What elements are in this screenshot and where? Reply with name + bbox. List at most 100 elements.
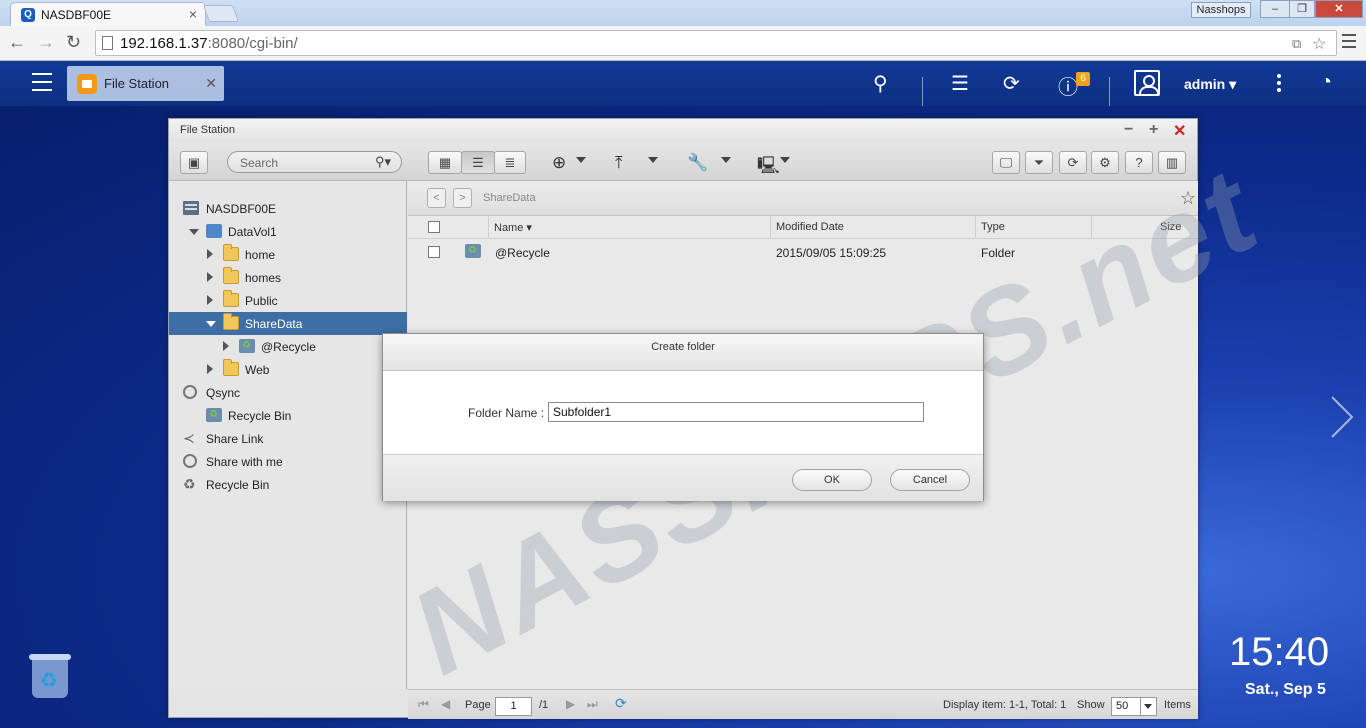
close-window-button[interactable]: ✕ bbox=[1315, 0, 1363, 18]
refresh-list-icon[interactable]: ⟳ bbox=[615, 695, 627, 712]
expand-arrow-icon[interactable] bbox=[207, 364, 213, 374]
remote-mount-icon[interactable]: 🖳 bbox=[757, 153, 780, 182]
new-tab-button[interactable] bbox=[202, 5, 240, 22]
expand-arrow-icon[interactable] bbox=[223, 341, 229, 351]
close-app-icon[interactable]: ✕ bbox=[205, 75, 217, 92]
favorite-star-icon[interactable]: ☆ bbox=[1180, 188, 1196, 209]
collapse-arrow-icon[interactable] bbox=[206, 321, 216, 327]
collapse-arrow-icon[interactable] bbox=[189, 229, 199, 235]
expand-arrow-icon[interactable] bbox=[207, 249, 213, 259]
search-icon[interactable]: ⚲▾ bbox=[375, 154, 391, 170]
upload-dropdown-icon[interactable] bbox=[648, 157, 658, 163]
folder-tree: NASDBF00E DataVol1 home homes Public Sha… bbox=[169, 181, 407, 689]
url-host: 192.168.1.37 bbox=[120, 35, 208, 52]
sidebar-item-datavol1[interactable]: DataVol1 bbox=[169, 220, 407, 243]
sidebar-item-recycle[interactable]: @Recycle bbox=[169, 335, 407, 358]
browser-profile-chip[interactable]: Nasshops bbox=[1191, 2, 1251, 18]
create-icon[interactable]: ⊕ bbox=[552, 153, 566, 173]
path-back-button[interactable]: < bbox=[427, 188, 446, 208]
sidebar-item-recycle-bin[interactable]: ♻ Recycle Bin bbox=[169, 473, 407, 496]
reload-icon[interactable]: ↻ bbox=[66, 32, 81, 53]
sidebar-item-nas[interactable]: NASDBF00E bbox=[169, 197, 407, 220]
window-close-icon[interactable]: ✕ bbox=[1173, 121, 1186, 141]
cancel-button[interactable]: Cancel bbox=[890, 469, 970, 491]
folder-name-input[interactable] bbox=[548, 402, 924, 422]
column-modified[interactable]: Modified Date bbox=[776, 221, 844, 233]
external-device-icon[interactable]: ⟳ bbox=[1003, 71, 1020, 96]
user-menu[interactable]: admin ▾ bbox=[1184, 76, 1236, 93]
sidebar-item-web[interactable]: Web bbox=[169, 358, 407, 381]
sidebar-item-qsync[interactable]: Qsync bbox=[169, 381, 407, 404]
forward-arrow-icon[interactable]: → bbox=[37, 32, 55, 53]
sidebar-item-home[interactable]: home bbox=[169, 243, 407, 266]
translate-icon[interactable]: ⧉ bbox=[1292, 36, 1301, 52]
tools-dropdown-icon[interactable] bbox=[721, 157, 731, 163]
remote-dropdown-icon[interactable] bbox=[780, 157, 790, 163]
search-icon[interactable]: ⚲ bbox=[873, 71, 888, 96]
window-titlebar[interactable]: File Station − + ✕ bbox=[169, 119, 1197, 143]
user-avatar-icon[interactable] bbox=[1134, 70, 1160, 96]
status-bar: ⏮ ◀ Page 1 /1 ▶ ⏭ ⟳ Display item: 1-1, T… bbox=[408, 689, 1198, 719]
media-server-button[interactable]: 🖵 bbox=[992, 151, 1020, 174]
list-view-button[interactable]: ☰ bbox=[461, 151, 495, 174]
sidebar-item-qsync-recycle-bin[interactable]: Recycle Bin bbox=[169, 404, 407, 427]
next-page-arrow-icon[interactable] bbox=[1330, 395, 1354, 439]
sidebar-item-public[interactable]: Public bbox=[169, 289, 407, 312]
path-forward-button[interactable]: > bbox=[453, 188, 472, 208]
create-dropdown-icon[interactable] bbox=[576, 157, 586, 163]
prev-page-icon[interactable]: ◀ bbox=[441, 697, 450, 711]
search-placeholder: Search bbox=[240, 156, 279, 170]
detail-view-button[interactable]: ≣ bbox=[494, 151, 526, 174]
toggle-panel-button[interactable]: ▥ bbox=[1158, 151, 1186, 174]
upload-icon[interactable]: ⤒ bbox=[615, 153, 623, 173]
file-name: @Recycle bbox=[495, 246, 550, 260]
column-type[interactable]: Type bbox=[981, 221, 1005, 233]
close-tab-icon[interactable]: × bbox=[189, 6, 197, 22]
search-box[interactable]: Search ⚲▾ bbox=[227, 151, 402, 173]
last-page-icon[interactable]: ⏭ bbox=[587, 697, 598, 712]
recycle-bin-icon: ♻ bbox=[183, 476, 196, 492]
toggle-sidebar-button[interactable]: ▣ bbox=[180, 151, 208, 174]
taskbar-app-file-station[interactable]: File Station ✕ bbox=[67, 66, 224, 101]
tools-wrench-icon[interactable]: 🔧 bbox=[687, 153, 708, 173]
minimize-window-button[interactable]: – bbox=[1260, 0, 1290, 18]
dashboard-gauge-icon[interactable]: ◔ bbox=[1320, 71, 1332, 94]
column-size[interactable]: Size bbox=[1160, 221, 1181, 233]
settings-button[interactable]: ⚙ bbox=[1091, 151, 1119, 174]
sidebar-item-share-with-me[interactable]: Share with me bbox=[169, 450, 407, 473]
notification-icon[interactable]: ⓘ bbox=[1058, 71, 1078, 100]
select-all-checkbox[interactable] bbox=[428, 221, 440, 233]
row-checkbox[interactable] bbox=[428, 246, 440, 258]
main-menu-icon[interactable] bbox=[32, 73, 52, 97]
window-minimize-icon[interactable]: − bbox=[1124, 121, 1133, 139]
help-button[interactable]: ? bbox=[1125, 151, 1153, 174]
browser-tab[interactable]: Q NASDBF00E × bbox=[10, 2, 206, 26]
thumbnail-view-button[interactable]: ▦ bbox=[428, 151, 462, 174]
sidebar-item-sharedata[interactable]: ShareData bbox=[169, 312, 407, 335]
ok-button[interactable]: OK bbox=[792, 469, 872, 491]
expand-arrow-icon[interactable] bbox=[207, 295, 213, 305]
maximize-window-button[interactable]: ❐ bbox=[1289, 0, 1315, 18]
bookmark-star-icon[interactable]: ☆ bbox=[1312, 34, 1326, 54]
first-page-icon[interactable]: ⏮ bbox=[418, 697, 429, 712]
dialog-titlebar[interactable]: Create folder bbox=[383, 334, 983, 371]
more-options-icon[interactable] bbox=[1277, 74, 1281, 95]
refresh-button[interactable]: ⟳ bbox=[1059, 151, 1087, 174]
column-name[interactable]: Name ▾ bbox=[494, 221, 532, 234]
items-per-page-select[interactable]: 50 bbox=[1111, 697, 1157, 716]
window-maximize-icon[interactable]: + bbox=[1149, 121, 1158, 139]
back-arrow-icon[interactable]: ← bbox=[8, 32, 26, 53]
sidebar-item-share-link[interactable]: ≺ Share Link bbox=[169, 427, 407, 450]
items-per-page-value: 50 bbox=[1116, 700, 1129, 712]
filter-button[interactable]: ⏷ bbox=[1025, 151, 1053, 174]
browser-menu-icon[interactable] bbox=[1342, 34, 1356, 52]
qts-taskbar: File Station ✕ ⚲ ☰ ⟳ ⓘ bbox=[0, 61, 1366, 107]
recycle-bin-desktop-icon[interactable]: ♻ bbox=[27, 654, 73, 700]
background-tasks-icon[interactable]: ☰ bbox=[951, 71, 969, 96]
expand-arrow-icon[interactable] bbox=[207, 272, 213, 282]
next-page-icon[interactable]: ▶ bbox=[566, 697, 575, 711]
address-bar[interactable]: 192.168.1.37:8080/cgi-bin/ ⧉ ☆ bbox=[95, 30, 1337, 56]
page-number-input[interactable]: 1 bbox=[495, 697, 532, 716]
table-row[interactable]: @Recycle 2015/09/05 15:09:25 Folder bbox=[408, 240, 1198, 264]
sidebar-item-homes[interactable]: homes bbox=[169, 266, 407, 289]
